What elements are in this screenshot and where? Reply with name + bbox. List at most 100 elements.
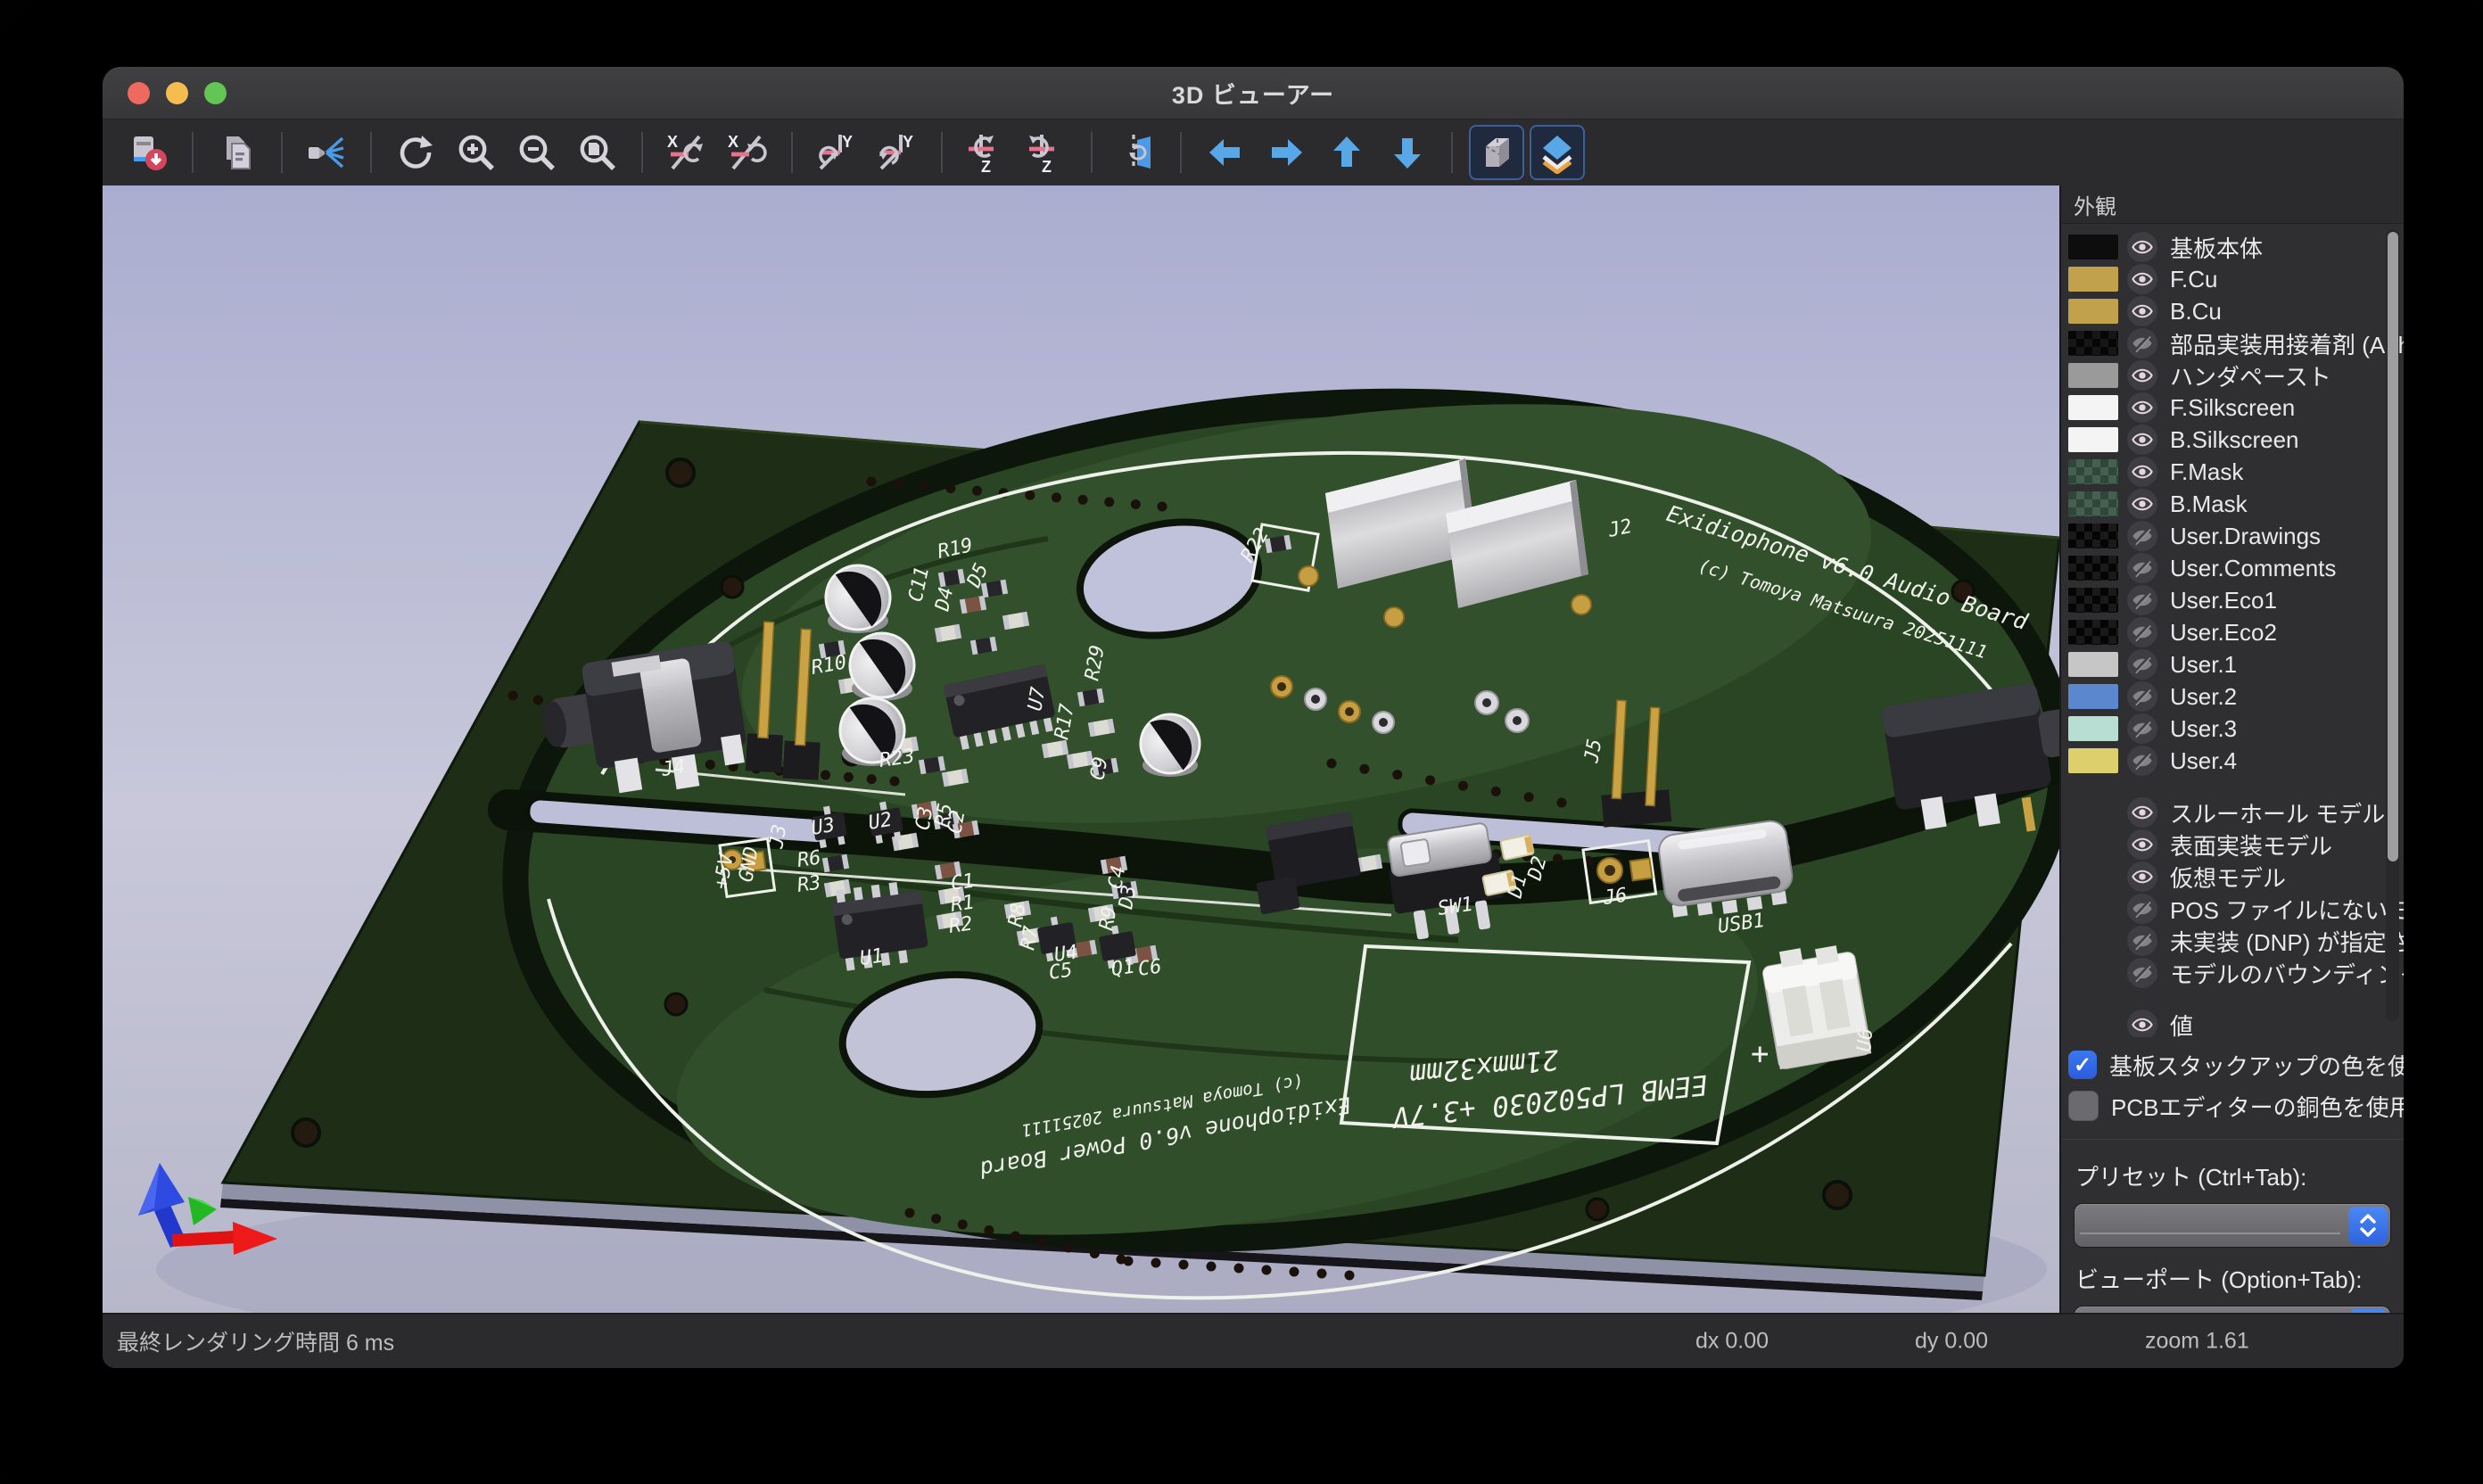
copy-image-button[interactable] — [210, 125, 265, 180]
rotate-z-cw-button[interactable] — [1019, 125, 1075, 180]
model-row-20[interactable]: 仮想モデル — [2061, 861, 2404, 893]
rotate-z-ccw-button[interactable] — [959, 125, 1014, 180]
layer-color-swatch[interactable] — [2068, 684, 2118, 709]
layer-color-swatch[interactable] — [2068, 491, 2118, 516]
visibility-eye-icon[interactable] — [2127, 862, 2157, 892]
visibility-eye-icon[interactable] — [2127, 829, 2157, 860]
svg-text:U6: U6 — [1853, 1027, 1877, 1053]
redraw-button[interactable] — [388, 125, 443, 180]
layer-color-swatch[interactable] — [2068, 588, 2118, 613]
model-row-22[interactable]: 未実装 (DNP) が指定されたモデル — [2061, 925, 2404, 957]
orthographic-projection-button[interactable] — [1469, 125, 1524, 180]
visibility-eye-off-icon[interactable] — [2127, 958, 2157, 988]
move-right-button[interactable] — [1258, 125, 1314, 180]
visibility-eye-icon[interactable] — [2127, 797, 2157, 828]
visibility-eye-off-icon[interactable] — [2127, 681, 2157, 712]
preset-dropdown[interactable] — [2074, 1203, 2391, 1248]
layer-color-swatch[interactable] — [2068, 459, 2118, 484]
visibility-eye-off-icon[interactable] — [2127, 746, 2157, 776]
model-row-18[interactable]: スルーホール モデル — [2061, 796, 2404, 829]
layer-row-16[interactable]: User.4 — [2061, 745, 2404, 777]
appearance-manager-button[interactable] — [1530, 125, 1585, 180]
layer-row-15[interactable]: User.3 — [2061, 713, 2404, 745]
visibility-eye-off-icon[interactable] — [2127, 553, 2157, 583]
visibility-eye-off-icon[interactable] — [2127, 894, 2157, 924]
zoom-fit-button[interactable] — [570, 125, 625, 180]
minimize-button[interactable] — [166, 82, 188, 104]
layer-row-1[interactable]: F.Cu — [2061, 263, 2404, 295]
layer-row-8[interactable]: B.Mask — [2061, 488, 2404, 520]
layer-row-5[interactable]: F.Silkscreen — [2061, 392, 2404, 424]
flip-board-button[interactable] — [1109, 125, 1164, 180]
visibility-eye-off-icon[interactable] — [2127, 649, 2157, 680]
layer-color-swatch[interactable] — [2068, 235, 2118, 260]
layer-row-9[interactable]: User.Drawings — [2061, 520, 2404, 552]
visibility-eye-icon[interactable] — [2127, 489, 2157, 519]
layer-row-4[interactable]: ハンダペースト — [2061, 359, 2404, 392]
visibility-eye-off-icon[interactable] — [2127, 328, 2157, 359]
rotate-y-cw-button[interactable] — [870, 125, 925, 180]
layer-color-swatch[interactable] — [2068, 267, 2118, 292]
checkbox-row-stackup-colors[interactable]: ✓ 基板スタックアップの色を使用 — [2068, 1044, 2404, 1085]
scrollbar-thumb[interactable] — [2388, 232, 2398, 862]
visibility-eye-off-icon[interactable] — [2127, 926, 2157, 956]
layer-color-swatch[interactable] — [2068, 395, 2118, 420]
layer-color-swatch[interactable] — [2068, 331, 2118, 356]
layer-color-swatch[interactable] — [2068, 620, 2118, 645]
model-row-21[interactable]: POS ファイルにないモデル — [2061, 893, 2404, 925]
raytracing-button[interactable] — [299, 125, 354, 180]
layer-color-swatch[interactable] — [2068, 556, 2118, 581]
visibility-eye-off-icon[interactable] — [2127, 585, 2157, 615]
visibility-eye-icon[interactable] — [2127, 232, 2157, 262]
layer-row-0[interactable]: 基板本体 — [2061, 231, 2404, 263]
visibility-eye-off-icon[interactable] — [2127, 521, 2157, 551]
checkbox-row-pcb-copper-colors[interactable]: PCBエディターの銅色を使用 — [2068, 1085, 2404, 1126]
layer-row-10[interactable]: User.Comments — [2061, 552, 2404, 584]
layer-color-swatch[interactable] — [2068, 716, 2118, 741]
layer-row-14[interactable]: User.2 — [2061, 680, 2404, 713]
layer-color-swatch[interactable] — [2068, 652, 2118, 677]
model-row-19[interactable]: 表面実装モデル — [2061, 829, 2404, 861]
layer-row-12[interactable]: User.Eco2 — [2061, 616, 2404, 648]
dropdown-stepper-icon[interactable] — [2348, 1207, 2388, 1244]
visibility-eye-off-icon[interactable] — [2127, 617, 2157, 647]
layer-color-swatch[interactable] — [2068, 524, 2118, 548]
3d-viewport-canvas[interactable]: R19C11D4D5R10R23U7R29R17C9J4J2R22J5SW1D1… — [103, 186, 2059, 1315]
visibility-eye-icon[interactable] — [2127, 392, 2157, 423]
visibility-eye-icon[interactable] — [2127, 296, 2157, 326]
move-up-button[interactable] — [1319, 125, 1374, 180]
visibility-eye-icon[interactable] — [2127, 1010, 2157, 1037]
ortho-icon — [1475, 131, 1518, 174]
rotate-x-cw-button[interactable] — [720, 125, 775, 180]
visibility-eye-icon[interactable] — [2127, 425, 2157, 455]
layer-row-3[interactable]: 部品実装用接着剤 (Adhesive) — [2061, 327, 2404, 359]
layer-row-13[interactable]: User.1 — [2061, 648, 2404, 680]
visibility-eye-icon[interactable] — [2127, 360, 2157, 391]
rotate-x-ccw-button[interactable] — [659, 125, 714, 180]
layer-row-11[interactable]: User.Eco1 — [2061, 584, 2404, 616]
model-row-25[interactable]: 値 — [2061, 1009, 2404, 1037]
layer-color-swatch[interactable] — [2068, 748, 2118, 773]
toolbar-separator — [370, 132, 372, 173]
layer-row-7[interactable]: F.Mask — [2061, 456, 2404, 488]
reload-board-button[interactable] — [120, 125, 176, 180]
zoom-window-button[interactable] — [204, 82, 227, 104]
layer-color-swatch[interactable] — [2068, 427, 2118, 452]
zoom-in-button[interactable] — [449, 125, 504, 180]
move-left-button[interactable] — [1198, 125, 1253, 180]
layer-color-swatch[interactable] — [2068, 363, 2118, 388]
layer-row-2[interactable]: B.Cu — [2061, 295, 2404, 327]
layer-color-swatch[interactable] — [2068, 299, 2118, 324]
model-row-23[interactable]: モデルのバウンディングボックス — [2061, 957, 2404, 989]
checkbox-unchecked[interactable] — [2068, 1091, 2099, 1121]
scrollbar-track[interactable] — [2386, 229, 2399, 1021]
layer-row-6[interactable]: B.Silkscreen — [2061, 424, 2404, 456]
visibility-eye-icon[interactable] — [2127, 264, 2157, 294]
close-button[interactable] — [128, 82, 150, 104]
zoom-out-button[interactable] — [509, 125, 565, 180]
visibility-eye-icon[interactable] — [2127, 457, 2157, 487]
move-down-button[interactable] — [1380, 125, 1435, 180]
visibility-eye-off-icon[interactable] — [2127, 713, 2157, 744]
rotate-y-ccw-button[interactable] — [809, 125, 864, 180]
checkbox-checked[interactable]: ✓ — [2068, 1051, 2097, 1079]
